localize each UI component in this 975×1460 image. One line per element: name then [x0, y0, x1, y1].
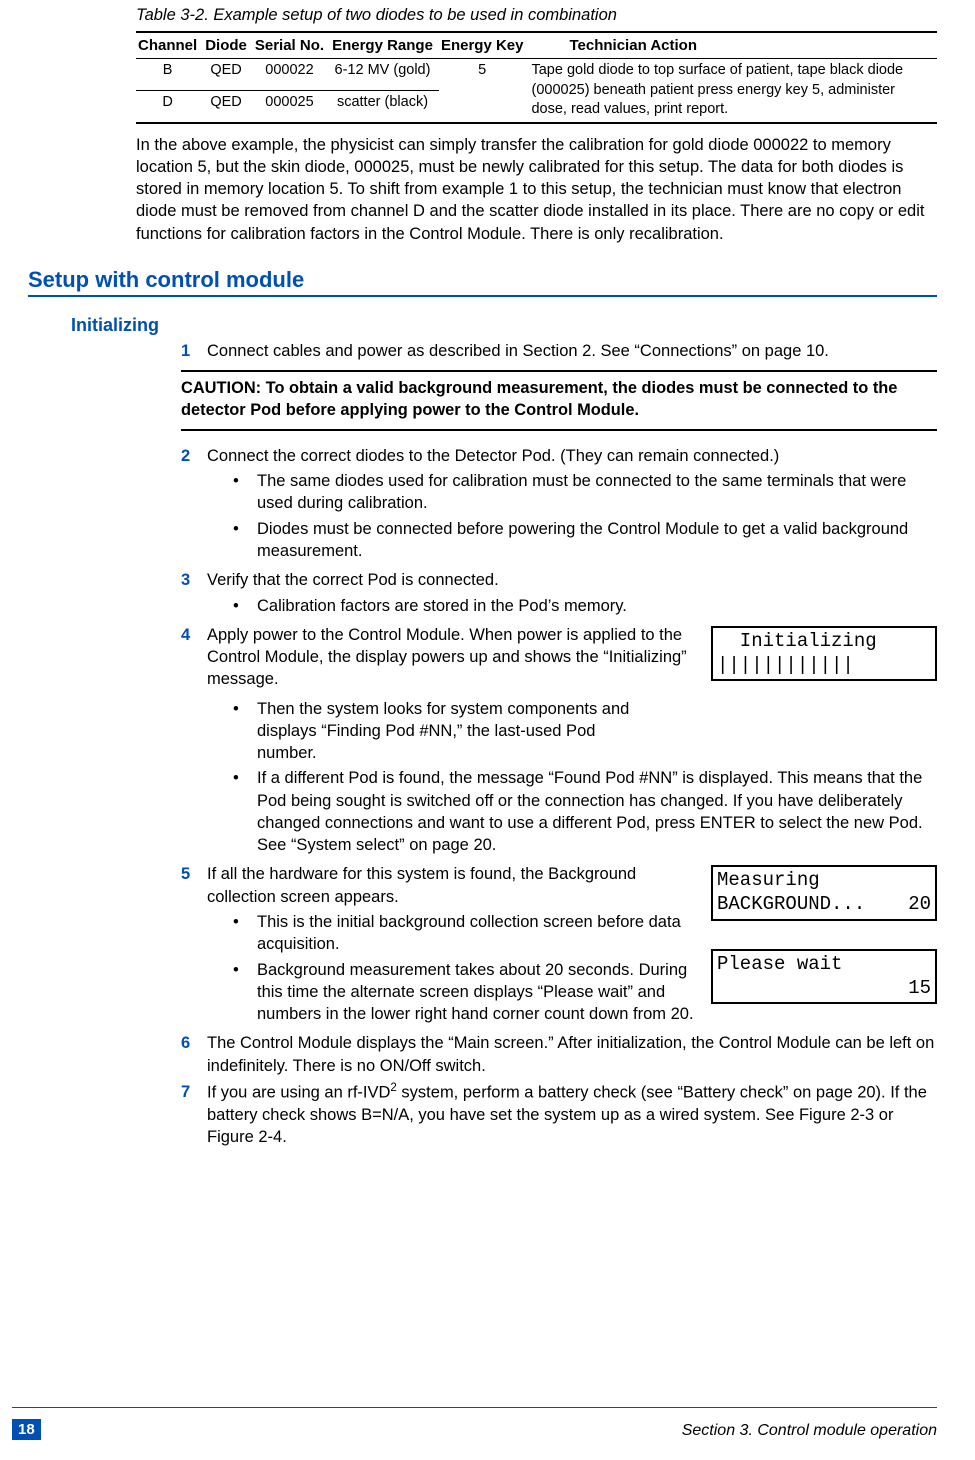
footer-section: Section 3. Control module operation: [682, 1422, 937, 1440]
table-row: B QED 000022 6-12 MV (gold) 5 Tape gold …: [136, 59, 937, 91]
th-action: Technician Action: [529, 32, 937, 59]
lcd-line: 20: [908, 893, 931, 917]
cell: [439, 90, 530, 122]
cell: 000022: [253, 59, 330, 91]
lcd-line: 15: [717, 977, 931, 1001]
step-number: 1: [181, 340, 207, 362]
lcd-line: Initializing: [717, 630, 931, 654]
lcd-line: BACKGROUND...: [717, 893, 865, 917]
cell: scatter (black): [330, 90, 439, 122]
bullet: •Calibration factors are stored in the P…: [233, 595, 937, 617]
th-range: Energy Range: [330, 32, 439, 59]
heading-setup: Setup with control module: [28, 267, 937, 293]
step-number: 3: [181, 569, 207, 620]
step-text: Verify that the correct Pod is connected…: [207, 569, 937, 591]
bullet-text: Diodes must be connected before powering…: [257, 518, 937, 563]
bullet: •Background measurement takes about 20 s…: [233, 959, 695, 1026]
page-number: 18: [12, 1419, 41, 1440]
lcd-measuring: MeasuringBACKGROUND... 20: [711, 865, 937, 921]
lcd-line: Measuring: [717, 869, 931, 893]
bullet-text: If a different Pod is found, the message…: [257, 767, 937, 856]
divider: [28, 295, 937, 297]
bullet: •If a different Pod is found, the messag…: [233, 767, 937, 856]
cell: QED: [203, 59, 253, 91]
step-number: 2: [181, 445, 207, 565]
step-number: 5: [181, 863, 207, 1028]
cell: 000025: [253, 90, 330, 122]
step-text: Connect cables and power as described in…: [207, 340, 937, 362]
diode-table: Channel Diode Serial No. Energy Range En…: [136, 31, 937, 124]
bullet-text: The same diodes used for calibration mus…: [257, 470, 937, 515]
th-channel: Channel: [136, 32, 203, 59]
step-1: 1 Connect cables and power as described …: [181, 340, 937, 362]
step-6: 6 The Control Module displays the “Main …: [181, 1032, 937, 1077]
step-text: If you are using an rf-IVD2 system, perf…: [207, 1081, 937, 1148]
caution-block: CAUTION: To obtain a valid background me…: [181, 370, 937, 431]
bullet: •The same diodes used for calibration mu…: [233, 470, 937, 515]
th-serial: Serial No.: [253, 32, 330, 59]
step-text: If all the hardware for this system is f…: [207, 863, 695, 908]
table-caption: Table 3-2. Example setup of two diodes t…: [136, 6, 937, 25]
step-4: 4 Apply power to the Control Module. Whe…: [181, 624, 937, 691]
bullet-text: Then the system looks for system compone…: [257, 698, 657, 765]
step-number: 4: [181, 624, 207, 691]
page-footer: 18 Section 3. Control module operation: [0, 1419, 975, 1440]
bullet: •This is the initial background collecti…: [233, 911, 695, 956]
cell: B: [136, 59, 203, 91]
heading-initializing: Initializing: [71, 315, 937, 336]
footer-divider: [12, 1407, 937, 1408]
lcd-line: ||||||||||||: [717, 654, 931, 678]
bullet: •Diodes must be connected before powerin…: [233, 518, 937, 563]
lcd-please-wait: Please wait15: [711, 949, 937, 1005]
th-diode: Diode: [203, 32, 253, 59]
step-text: The Control Module displays the “Main sc…: [207, 1032, 937, 1077]
step-3: 3 Verify that the correct Pod is connect…: [181, 569, 937, 620]
th-key: Energy Key: [439, 32, 530, 59]
step-text: Connect the correct diodes to the Detect…: [207, 445, 937, 467]
step-number: 7: [181, 1081, 207, 1148]
cell: D: [136, 90, 203, 122]
intro-paragraph: In the above example, the physicist can …: [136, 134, 937, 245]
step-number: 6: [181, 1032, 207, 1077]
bullet-text: Calibration factors are stored in the Po…: [257, 595, 937, 617]
bullet: •Then the system looks for system compon…: [233, 698, 937, 765]
cell: 5: [439, 59, 530, 91]
cell: 6-12 MV (gold): [330, 59, 439, 91]
step-5: 5 If all the hardware for this system is…: [181, 863, 937, 1028]
cell: QED: [203, 90, 253, 122]
step-text: Apply power to the Control Module. When …: [207, 624, 695, 691]
lcd-initializing: Initializing||||||||||||: [711, 626, 937, 682]
step-7: 7 If you are using an rf-IVD2 system, pe…: [181, 1081, 937, 1148]
cell-action: Tape gold diode to top surface of patien…: [529, 59, 937, 123]
bullet-text: Background measurement takes about 20 se…: [257, 959, 695, 1026]
lcd-line: Please wait: [717, 953, 931, 977]
bullet-text: This is the initial background collectio…: [257, 911, 695, 956]
step-2: 2 Connect the correct diodes to the Dete…: [181, 445, 937, 565]
